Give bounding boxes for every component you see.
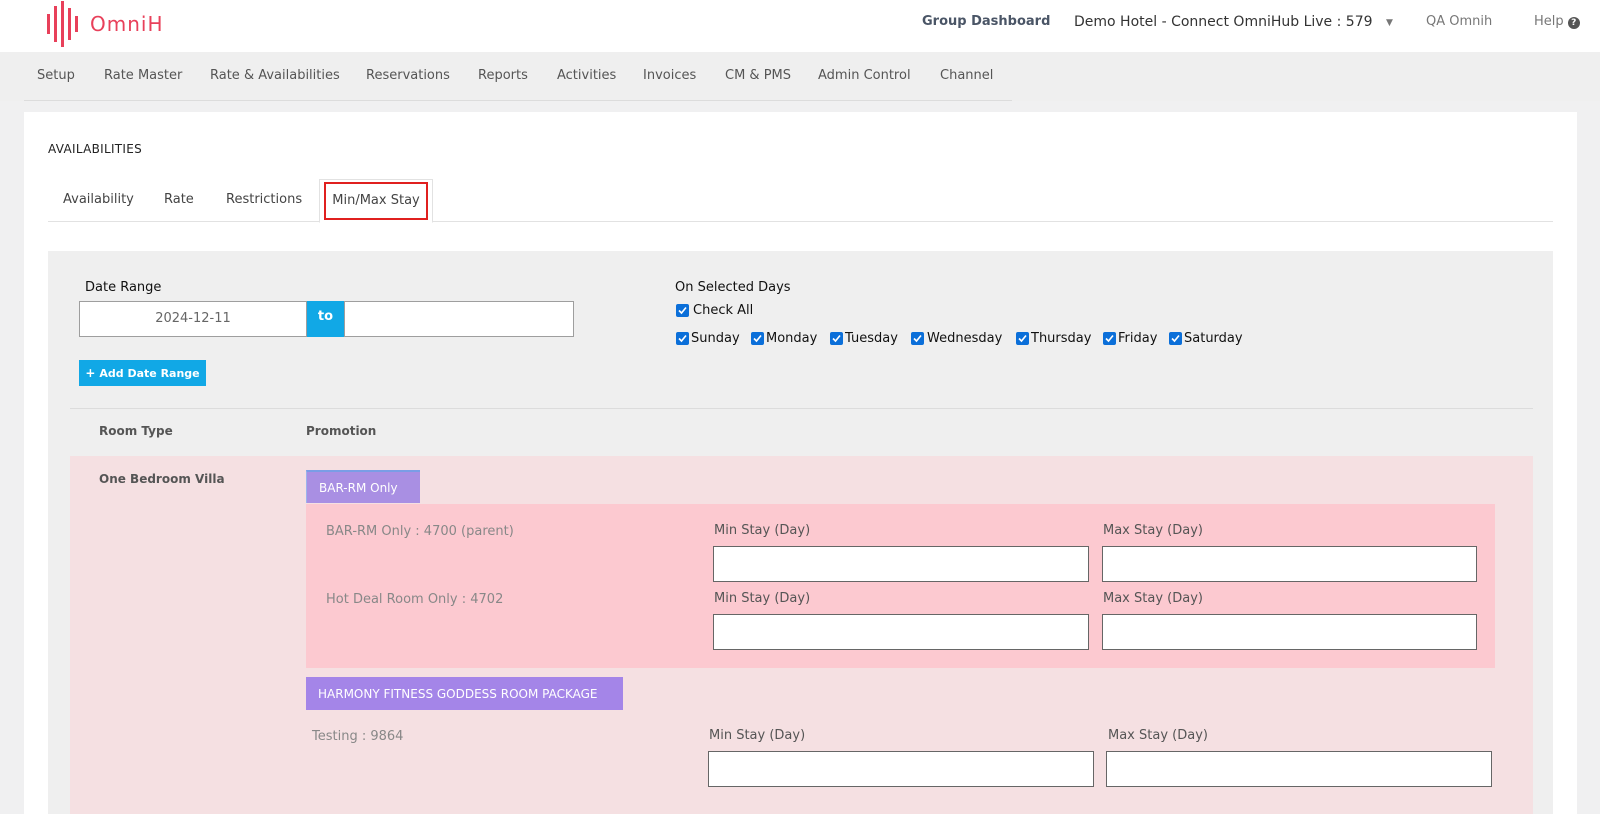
sunday-checkbox[interactable] (676, 332, 689, 345)
thursday-label: Thursday (1031, 331, 1092, 346)
saturday-checkbox[interactable] (1169, 332, 1182, 345)
help-label: Help (1534, 14, 1564, 29)
monday-label: Monday (766, 331, 818, 346)
nav-divider (24, 100, 1012, 101)
checkmark-icon (832, 334, 841, 343)
hotel-selector[interactable]: Demo Hotel - Connect OmniHub Live : 579 (1074, 14, 1373, 30)
nav-item-reports[interactable]: Reports (478, 68, 528, 83)
nav-item-rate-availabilities[interactable]: Rate & Availabilities (210, 68, 340, 83)
rate-plan-name: Hot Deal Room Only : 4702 (326, 592, 504, 607)
availabilities-card: AVAILABILITIES Availability Rate Restric… (24, 112, 1577, 814)
max-stay-input[interactable] (1102, 546, 1477, 582)
promotion-tab-bar-rm-only[interactable]: BAR-RM Only (306, 470, 420, 503)
add-date-range-button[interactable]: + Add Date Range (79, 360, 206, 386)
tab-min-max-stay[interactable]: Min/Max Stay (319, 179, 433, 223)
room-type-name: One Bedroom Villa (99, 472, 225, 486)
plus-icon: + (85, 366, 96, 380)
tab-restrictions[interactable]: Restrictions (226, 182, 302, 222)
date-range-label: Date Range (85, 280, 162, 295)
date-to-separator: to (307, 301, 344, 337)
wednesday-label: Wednesday (927, 331, 1003, 346)
tab-min-max-stay-label: Min/Max Stay (324, 182, 428, 220)
wednesday-checkbox[interactable] (911, 332, 924, 345)
min-stay-input[interactable] (708, 751, 1094, 787)
checkmark-icon (753, 334, 762, 343)
question-circle-icon: ? (1567, 17, 1580, 29)
selected-days-label: On Selected Days (675, 280, 791, 295)
nav-item-setup[interactable]: Setup (37, 68, 75, 83)
tab-rate[interactable]: Rate (164, 182, 194, 222)
rate-plan-name: BAR-RM Only : 4700 (parent) (326, 524, 514, 539)
sunday-label: Sunday (691, 331, 740, 346)
saturday-label: Saturday (1184, 331, 1243, 346)
nav-item-cm-pms[interactable]: CM & PMS (725, 68, 791, 83)
promotion-rates-panel: BAR-RM Only : 4700 (parent) Min Stay (Da… (306, 504, 1495, 668)
omnihub-logo-icon (47, 1, 78, 47)
date-to-input[interactable] (344, 301, 574, 337)
room-row: One Bedroom Villa BAR-RM Only BAR-RM Onl… (70, 456, 1533, 814)
tab-availability[interactable]: Availability (63, 182, 134, 222)
room-type-header: Room Type (99, 424, 173, 438)
tab-bar: Availability Rate Restrictions Min/Max S… (48, 179, 1553, 223)
check-all-label: Check All (693, 303, 754, 318)
friday-checkbox[interactable] (1103, 332, 1116, 345)
max-stay-label: Max Stay (Day) (1103, 523, 1203, 538)
checkmark-icon (913, 334, 922, 343)
checkmark-icon (1171, 334, 1180, 343)
min-stay-label: Min Stay (Day) (709, 728, 806, 743)
min-stay-label: Min Stay (Day) (714, 591, 811, 606)
user-menu[interactable]: QA Omnih (1426, 14, 1492, 30)
tuesday-label: Tuesday (845, 331, 898, 346)
nav-item-admin-control[interactable]: Admin Control (818, 68, 911, 83)
thursday-checkbox[interactable] (1016, 332, 1029, 345)
logo[interactable]: OmniH (46, 0, 164, 48)
checkmark-icon (678, 334, 687, 343)
friday-label: Friday (1118, 331, 1158, 346)
date-from-input[interactable]: 2024-12-11 (79, 301, 307, 337)
rate-plan-name: Testing : 9864 (312, 729, 404, 744)
checkmark-icon (1018, 334, 1027, 343)
logo-text: OmniH (90, 12, 164, 36)
min-stay-label: Min Stay (Day) (714, 523, 811, 538)
nav-item-activities[interactable]: Activities (557, 68, 616, 83)
nav-item-invoices[interactable]: Invoices (643, 68, 696, 83)
promotion-tab-harmony-fitness[interactable]: HARMONY FITNESS GODDESS ROOM PACKAGE (306, 677, 623, 710)
checkmark-icon (678, 306, 687, 315)
promotion-header: Promotion (306, 424, 377, 438)
max-stay-input[interactable] (1102, 614, 1477, 650)
nav-item-channel[interactable]: Channel (940, 68, 993, 83)
monday-checkbox[interactable] (751, 332, 764, 345)
max-stay-input[interactable] (1106, 751, 1492, 787)
nav-item-reservations[interactable]: Reservations (366, 68, 450, 83)
tuesday-checkbox[interactable] (830, 332, 843, 345)
chevron-down-icon[interactable]: ▼ (1386, 18, 1393, 28)
max-stay-label: Max Stay (Day) (1103, 591, 1203, 606)
check-all-checkbox[interactable] (676, 304, 689, 317)
min-stay-input[interactable] (713, 546, 1089, 582)
page-title: AVAILABILITIES (48, 142, 143, 156)
top-header: OmniH Group Dashboard Demo Hotel - Conne… (0, 0, 1600, 52)
max-stay-label: Max Stay (Day) (1108, 728, 1208, 743)
min-max-panel: Date Range 2024-12-11 to + Add Date Rang… (48, 251, 1553, 814)
min-stay-input[interactable] (713, 614, 1089, 650)
checkmark-icon (1105, 334, 1114, 343)
main-nav: Setup Rate Master Rate & Availabilities … (0, 52, 1600, 101)
group-dashboard-link[interactable]: Group Dashboard (922, 14, 1050, 30)
nav-item-rate-master[interactable]: Rate Master (104, 68, 182, 83)
help-link[interactable]: Help ? (1534, 14, 1580, 30)
table-divider (70, 408, 1533, 409)
add-date-range-label: Add Date Range (99, 366, 200, 380)
